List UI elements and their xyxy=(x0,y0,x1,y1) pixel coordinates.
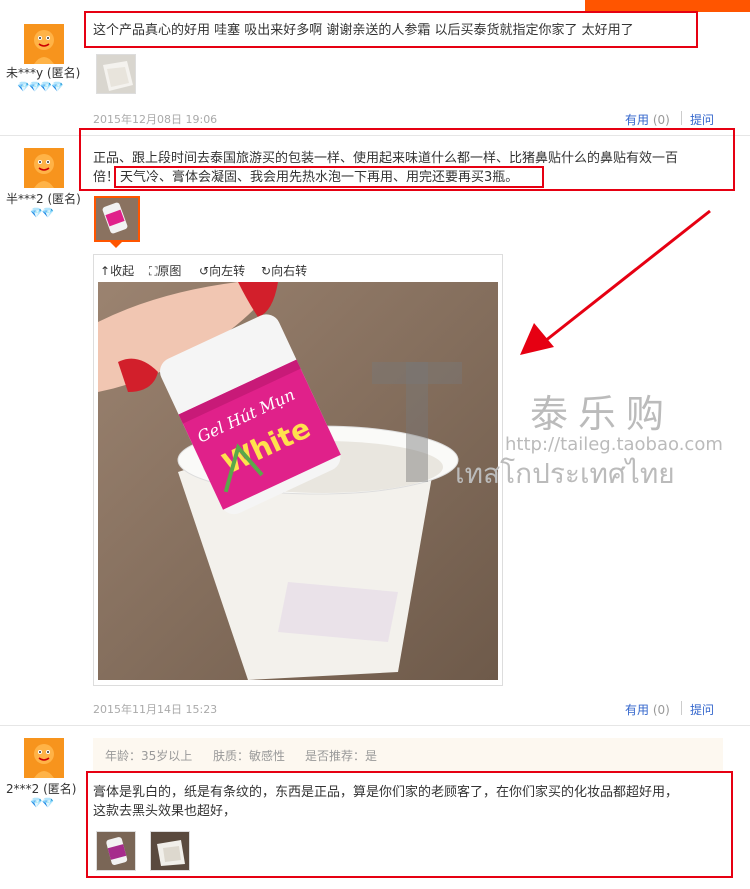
user-avatar[interactable] xyxy=(24,148,64,188)
rotate-left-icon: ↺ xyxy=(199,264,210,278)
recommend-info: 是否推荐：是 xyxy=(305,749,378,763)
rotate-left-label: 向左转 xyxy=(209,264,246,278)
useful-button[interactable]: 有用 (0) xyxy=(625,701,670,718)
username: 半***2 (匿名) xyxy=(6,192,81,206)
useful-label: 有用 xyxy=(625,703,650,717)
rotate-right-button[interactable]: ↻向右转 xyxy=(261,262,307,279)
rotate-right-label: 向右转 xyxy=(271,264,308,278)
watermark-brand: 泰乐购 xyxy=(530,392,675,436)
review-date: 2015年12月08日 19:06 xyxy=(93,113,218,126)
original-label: 原图 xyxy=(157,264,182,278)
useful-count: (0) xyxy=(652,703,670,717)
rotate-left-button[interactable]: ↺向左转 xyxy=(199,262,245,279)
username: 未***y (匿名) xyxy=(6,66,81,80)
user-avatar[interactable] xyxy=(24,738,64,778)
highlight-box xyxy=(86,771,733,878)
divider xyxy=(681,111,682,125)
reviewer-info-bar: 年龄：35岁以上 肤质：敏感性 是否推荐：是 xyxy=(93,738,723,772)
review-date: 2015年11月14日 15:23 xyxy=(93,703,218,716)
review-photo-thumb[interactable] xyxy=(96,54,136,94)
review-photo-thumb-selected[interactable] xyxy=(94,196,140,242)
age-info: 年龄：35岁以上 xyxy=(105,749,193,763)
useful-count: (0) xyxy=(652,113,670,127)
rotate-right-icon: ↻ xyxy=(261,264,272,278)
highlight-box-inner xyxy=(114,166,544,188)
collapse-button[interactable]: ↑收起 xyxy=(100,262,134,279)
collapse-label: 收起 xyxy=(110,264,135,278)
useful-button[interactable]: 有用 (0) xyxy=(625,111,670,128)
red-arrow-annotation xyxy=(520,209,711,355)
user-avatar[interactable] xyxy=(24,24,64,64)
highlight-box xyxy=(84,11,698,48)
username: 2***2 (匿名) xyxy=(6,782,77,796)
user-level-icons: 💎💎 xyxy=(30,208,54,219)
original-image-button[interactable]: ⛶原图 xyxy=(149,262,181,279)
selected-pointer-icon xyxy=(109,241,123,248)
watermark-thai: เทสโกประเทศไทย xyxy=(455,457,675,490)
review-divider xyxy=(0,725,750,726)
watermark-logo xyxy=(372,362,462,482)
arrow-up-icon: ↑ xyxy=(100,264,111,278)
user-level-icons: 💎💎💎💎 xyxy=(17,82,64,93)
ask-button[interactable]: 提问 xyxy=(690,111,714,128)
user-level-icons: 💎💎 xyxy=(30,798,54,809)
skin-info: 肤质：敏感性 xyxy=(213,749,286,763)
ask-button[interactable]: 提问 xyxy=(690,701,714,718)
useful-label: 有用 xyxy=(625,113,650,127)
divider xyxy=(681,701,682,715)
